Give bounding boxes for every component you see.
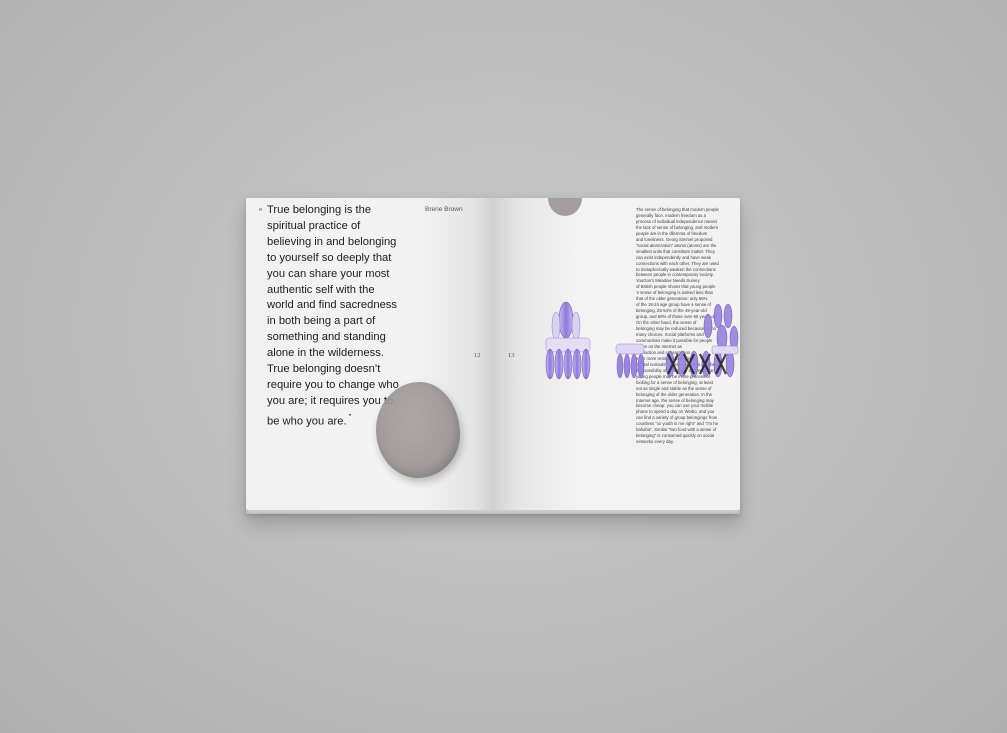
quote-body: True belonging is the spiritual practice… bbox=[267, 204, 399, 428]
scene-background: ” True belonging is the spiritual practi… bbox=[0, 0, 1007, 733]
grey-blob-shape bbox=[376, 382, 460, 478]
page-number-right: 13 bbox=[508, 352, 515, 359]
purple-gem-ornament-icon bbox=[545, 301, 591, 380]
quote-open-mark: ” bbox=[259, 207, 262, 217]
quote-author: Brene Brown bbox=[425, 206, 463, 213]
magazine-spread: ” True belonging is the spiritual practi… bbox=[246, 198, 740, 514]
page-number-left: 12 bbox=[474, 352, 481, 359]
right-page: 13 The sense of belonging that modern pe… bbox=[494, 198, 740, 510]
purple-lattice-ornament-icon bbox=[665, 303, 739, 378]
grey-blob-small bbox=[548, 198, 582, 216]
quote-close-mark: ” bbox=[348, 412, 352, 422]
purple-crown-ornament-icon bbox=[615, 343, 645, 379]
left-page: ” True belonging is the spiritual practi… bbox=[246, 198, 494, 510]
